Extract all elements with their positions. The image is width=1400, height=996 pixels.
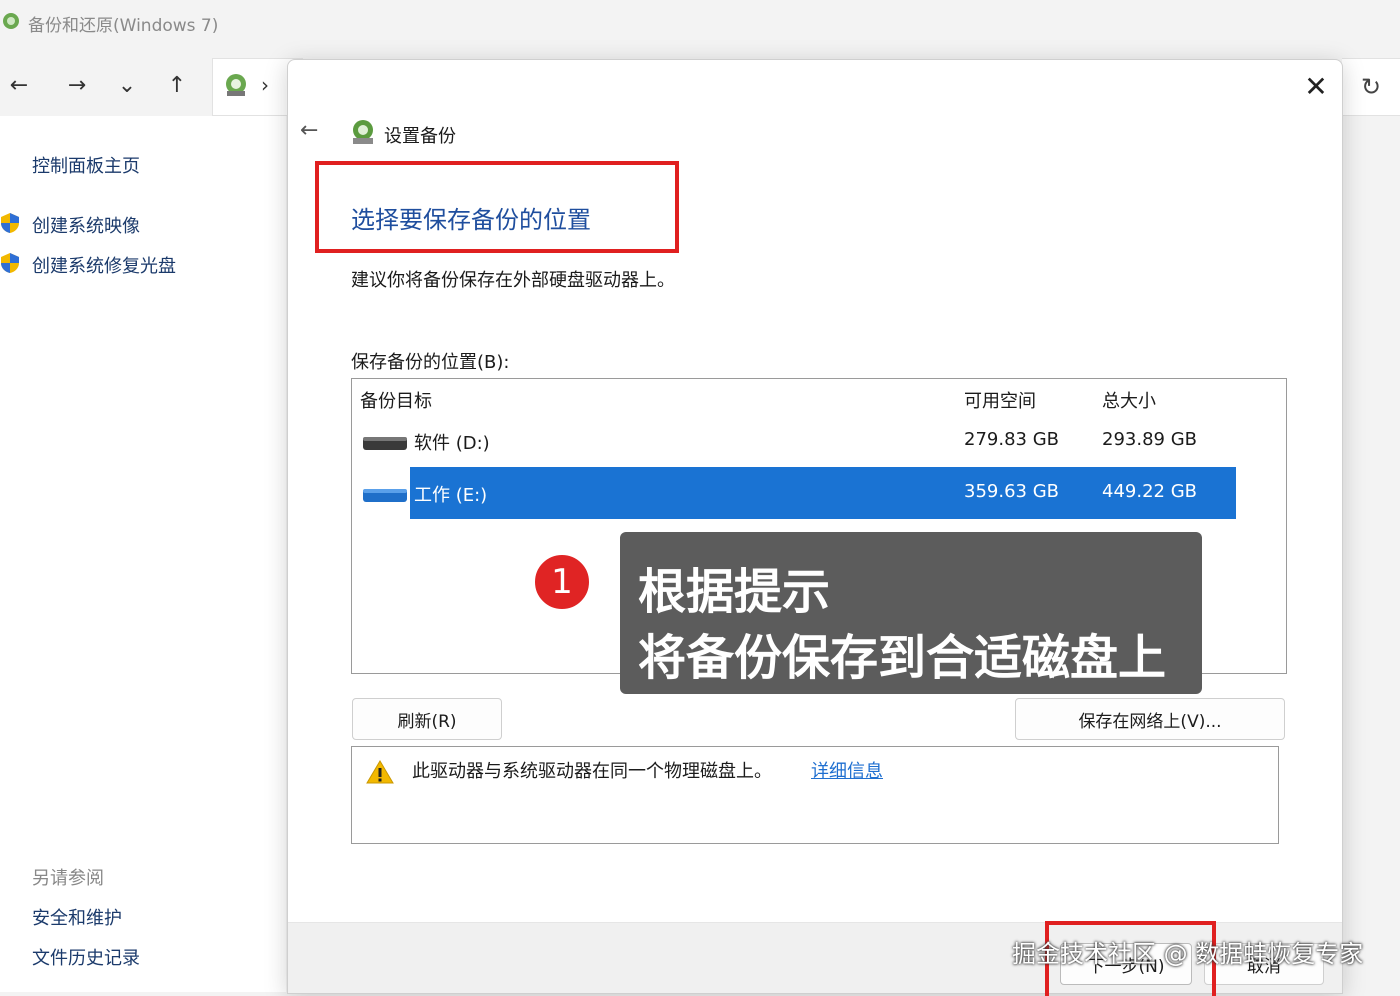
- details-link[interactable]: 详细信息: [811, 757, 883, 783]
- sidebar-item-repair-disc[interactable]: 创建系统修复光盘: [32, 252, 176, 278]
- sidebar-item-file-history[interactable]: 文件历史记录: [32, 944, 140, 970]
- sidebar: 控制面板主页 创建系统映像 创建系统修复光盘 另请参阅 安全和维护 文件历史记录: [0, 116, 286, 992]
- drive-total-size: 293.89 GB: [1102, 429, 1198, 450]
- column-header-total[interactable]: 总大小: [1102, 387, 1156, 413]
- window-title: 备份和还原(Windows 7): [28, 16, 219, 36]
- breadcrumb-separator: ›: [261, 73, 269, 97]
- see-also-label: 另请参阅: [32, 868, 104, 889]
- refresh-button[interactable]: 刷新(R): [352, 698, 502, 740]
- title-bar: 备份和还原(Windows 7): [0, 0, 1400, 46]
- shield-icon: [1, 253, 19, 273]
- up-arrow-icon[interactable]: ↑: [160, 68, 194, 102]
- drive-name: 软件 (D:): [414, 433, 490, 454]
- save-on-network-button[interactable]: 保存在网络上(V)...: [1015, 698, 1285, 740]
- forward-arrow-icon[interactable]: →: [60, 68, 94, 102]
- warning-box: 此驱动器与系统驱动器在同一个物理磁盘上。 详细信息: [351, 746, 1279, 844]
- location-label: 保存备份的位置(B):: [351, 352, 510, 373]
- refresh-icon[interactable]: ↻: [1342, 58, 1400, 116]
- dialog-title: 设置备份: [384, 126, 456, 147]
- hint-text: 建议你将备份保存在外部硬盘驱动器上。: [351, 270, 675, 291]
- drive-free-space: 279.83 GB: [964, 429, 1060, 450]
- callout-line: 根据提示: [638, 564, 831, 620]
- sidebar-item-home[interactable]: 控制面板主页: [32, 152, 140, 178]
- column-header-free[interactable]: 可用空间: [964, 387, 1036, 413]
- sidebar-item-security[interactable]: 安全和维护: [32, 904, 122, 930]
- warning-text: 此驱动器与系统驱动器在同一个物理磁盘上。: [412, 761, 772, 782]
- table-row[interactable]: 软件 (D:) 279.83 GB 293.89 GB: [352, 415, 1286, 467]
- drive-name: 工作 (E:): [414, 485, 488, 506]
- backup-location-icon: [226, 74, 246, 96]
- drive-total-size: 449.22 GB: [1102, 481, 1198, 502]
- shield-icon: [1, 213, 19, 233]
- table-row[interactable]: 工作 (E:) 359.63 GB 449.22 GB: [352, 467, 1286, 519]
- sidebar-item-create-image[interactable]: 创建系统映像: [32, 212, 140, 238]
- watermark: 掘金技术社区 @ 数据蛙恢复专家: [1012, 940, 1364, 968]
- instruction-callout: 根据提示 将备份保存到合适磁盘上: [620, 532, 1202, 694]
- page-heading: 选择要保存备份的位置: [351, 206, 591, 234]
- back-arrow-icon[interactable]: ←: [300, 118, 318, 143]
- setup-backup-dialog: ✕ ← 设置备份 选择要保存备份的位置 建议你将备份保存在外部硬盘驱动器上。 保…: [287, 59, 1343, 994]
- warning-icon: [366, 760, 394, 784]
- column-header-target[interactable]: 备份目标: [360, 387, 432, 413]
- chevron-down-icon[interactable]: ⌄: [110, 68, 144, 102]
- step-number-badge: 1: [532, 552, 592, 612]
- back-arrow-icon[interactable]: ←: [2, 68, 36, 102]
- close-icon[interactable]: ✕: [1298, 68, 1334, 104]
- callout-line: 将备份保存到合适磁盘上: [638, 630, 1167, 686]
- drive-icon: [363, 489, 407, 502]
- drive-icon: [363, 437, 407, 450]
- drive-free-space: 359.63 GB: [964, 481, 1060, 502]
- backup-icon: [353, 120, 373, 144]
- backup-app-icon: [3, 13, 19, 29]
